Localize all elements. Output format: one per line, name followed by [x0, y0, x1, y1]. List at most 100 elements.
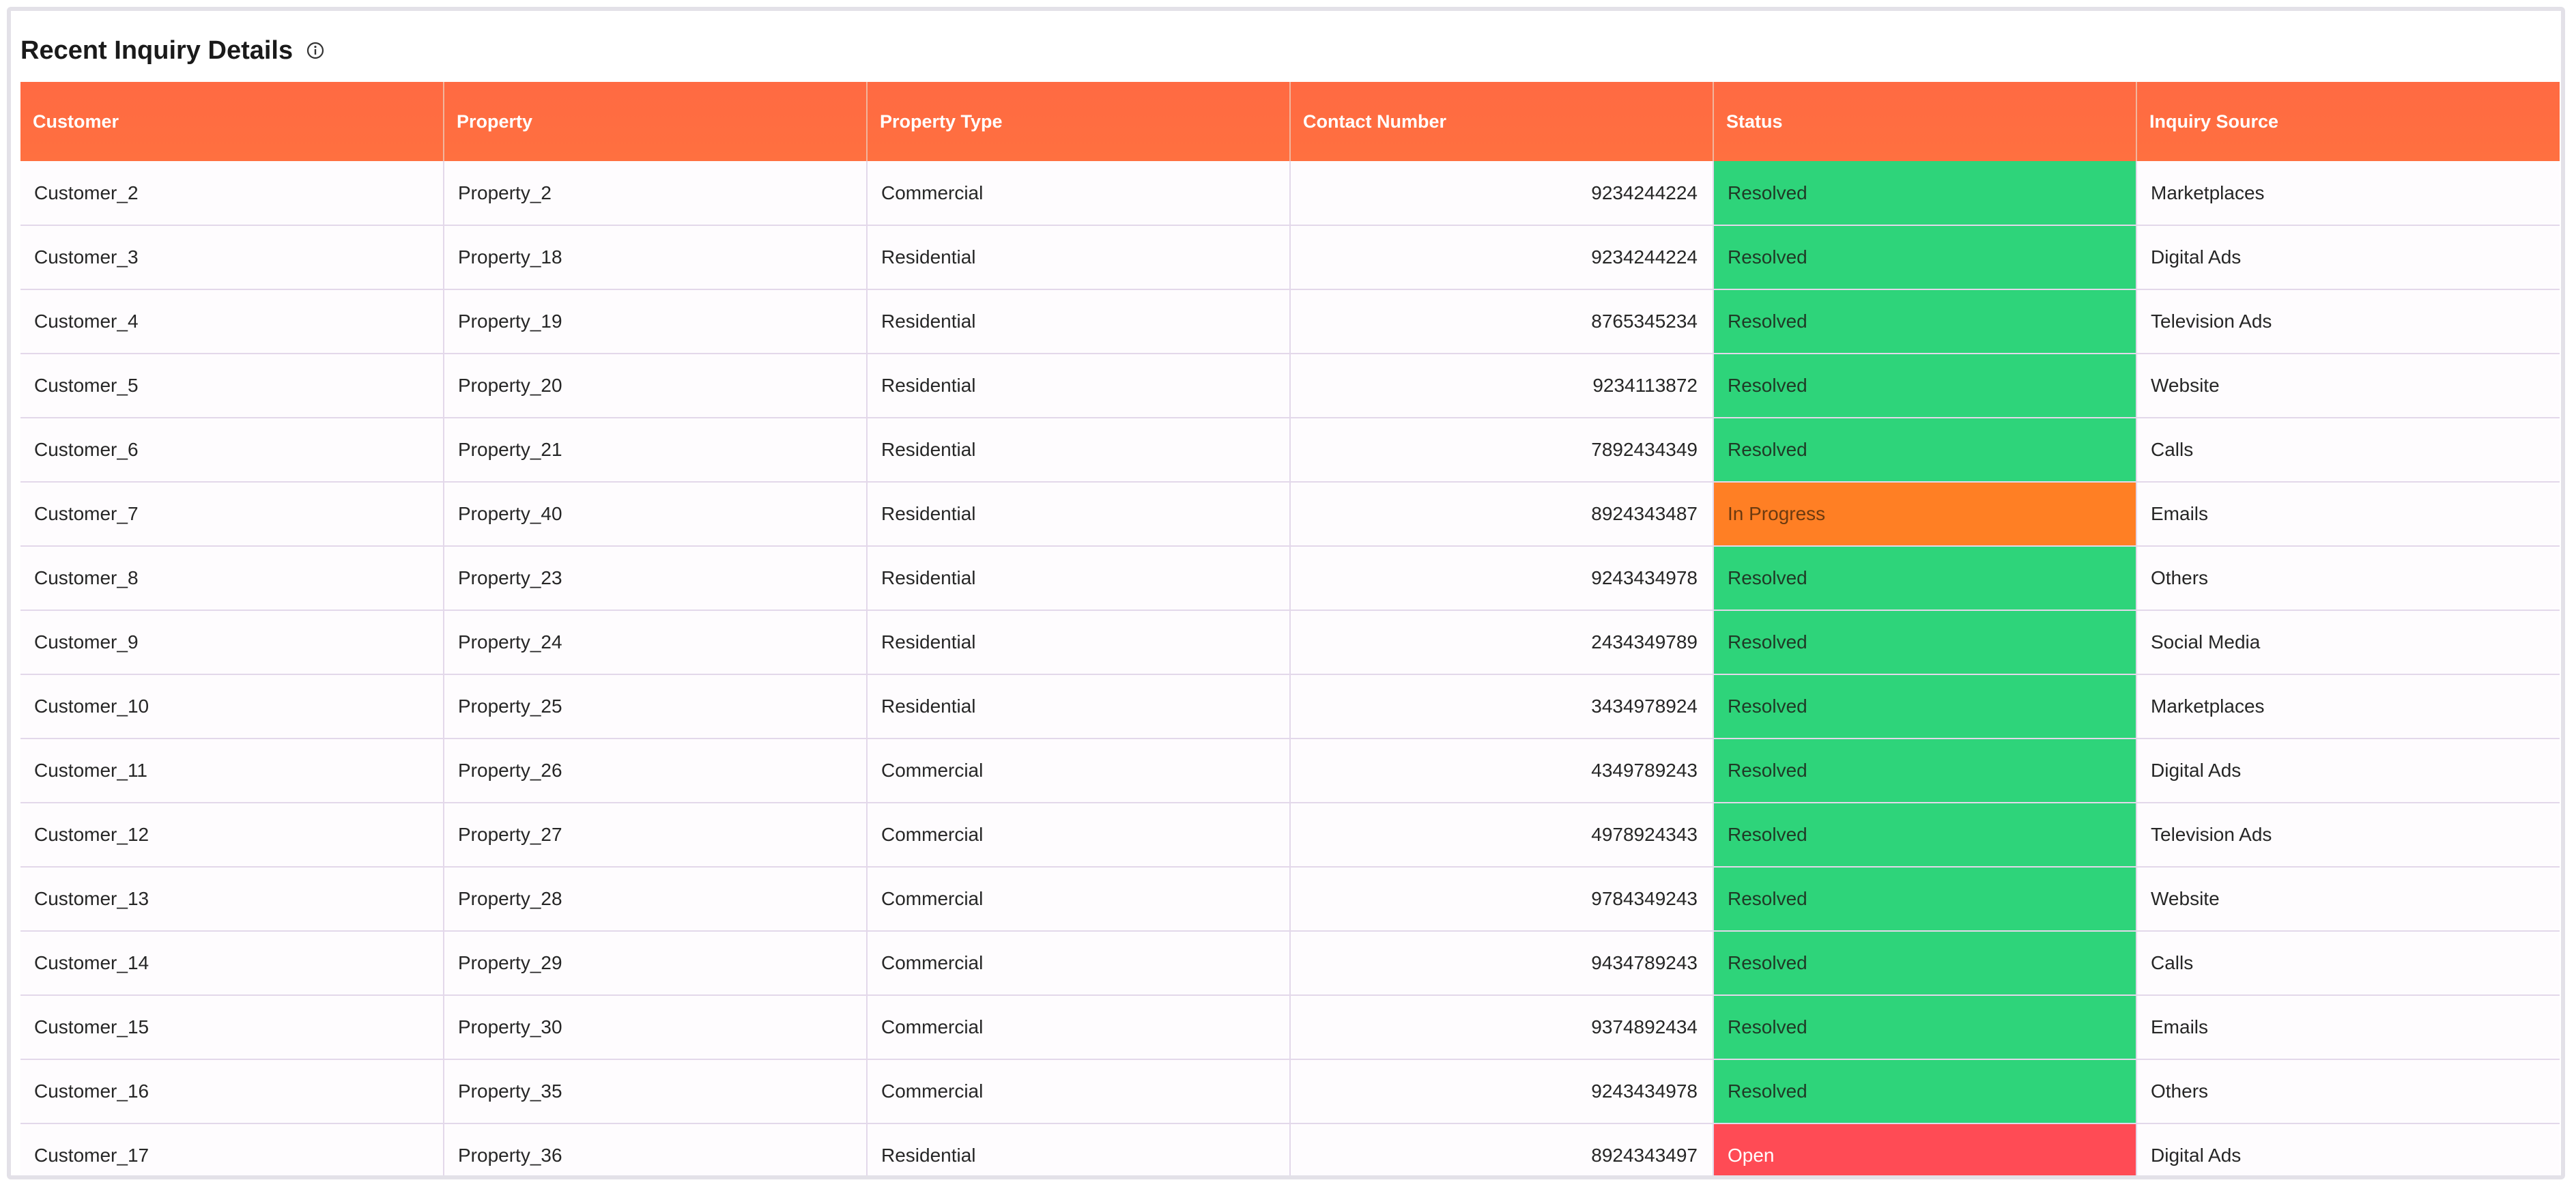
table-row[interactable]: Customer_2 Property_2 Commercial 9234244224… [20, 161, 2560, 226]
column-header-property-type[interactable]: Property Type [867, 82, 1291, 161]
cell-customer: Customer_5 [20, 354, 444, 418]
cell-property-type: Residential [867, 482, 1291, 547]
panel-title: Recent Inquiry Details [20, 35, 294, 65]
cell-inquiry-source: Television Ads [2136, 803, 2560, 868]
cell-customer: Customer_7 [20, 482, 444, 547]
cell-property-type: Residential [867, 610, 1291, 675]
info-circle-icon[interactable] [306, 42, 324, 59]
cell-contact-number: 7892434349 [1290, 418, 1714, 483]
cell-property: Property_35 [444, 1059, 868, 1124]
table-header-row: Customer Property Property Type Contact … [20, 82, 2560, 161]
cell-contact-number: 4349789243 [1290, 739, 1714, 803]
table-row[interactable]: Customer_15 Property_30 Commercial 93748924… [20, 995, 2560, 1060]
cell-property-type: Commercial [867, 739, 1291, 803]
inquiry-table-container[interactable]: Customer Property Property Type Contact … [20, 82, 2560, 1175]
column-header-customer[interactable]: Customer [20, 82, 444, 161]
cell-property: Property_18 [444, 225, 868, 290]
cell-property: Property_20 [444, 354, 868, 418]
table-row[interactable]: Customer_17 Property_36 Residential 8924343… [20, 1123, 2560, 1175]
cell-property: Property_2 [444, 161, 868, 226]
cell-customer: Customer_15 [20, 995, 444, 1060]
panel-header: Recent Inquiry Details [20, 29, 324, 72]
cell-inquiry-source: Website [2136, 354, 2560, 418]
cell-property-type: Residential [867, 225, 1291, 290]
cell-contact-number: 4978924343 [1290, 803, 1714, 868]
table-row[interactable]: Customer_9 Property_24 Residential 24343497… [20, 610, 2560, 675]
cell-status: Resolved [1713, 739, 2137, 803]
cell-customer: Customer_6 [20, 418, 444, 483]
cell-contact-number: 8765345234 [1290, 289, 1714, 354]
cell-property: Property_40 [444, 482, 868, 547]
table-row[interactable]: Customer_8 Property_23 Residential 92434349… [20, 546, 2560, 611]
cell-property-type: Commercial [867, 161, 1291, 226]
cell-property-type: Residential [867, 1123, 1291, 1175]
cell-customer: Customer_10 [20, 674, 444, 739]
cell-contact-number: 8924343487 [1290, 482, 1714, 547]
cell-property: Property_26 [444, 739, 868, 803]
cell-inquiry-source: Emails [2136, 995, 2560, 1060]
cell-contact-number: 9234113872 [1290, 354, 1714, 418]
cell-property: Property_19 [444, 289, 868, 354]
table-row[interactable]: Customer_6 Property_21 Residential 78924343… [20, 418, 2560, 483]
cell-inquiry-source: Digital Ads [2136, 225, 2560, 290]
inquiry-table: Customer Property Property Type Contact … [20, 82, 2560, 1175]
cell-status: Resolved [1713, 931, 2137, 996]
cell-property: Property_28 [444, 867, 868, 932]
cell-property: Property_25 [444, 674, 868, 739]
cell-contact-number: 2434349789 [1290, 610, 1714, 675]
table-row[interactable]: Customer_7 Property_40 Residential 89243434… [20, 482, 2560, 547]
cell-customer: Customer_16 [20, 1059, 444, 1124]
cell-property-type: Commercial [867, 931, 1291, 996]
cell-contact-number: 8924343497 [1290, 1123, 1714, 1175]
cell-inquiry-source: Marketplaces [2136, 674, 2560, 739]
table-row[interactable]: Customer_5 Property_20 Residential 92341138… [20, 354, 2560, 418]
cell-contact-number: 9243434978 [1290, 1059, 1714, 1124]
cell-customer: Customer_9 [20, 610, 444, 675]
cell-property-type: Residential [867, 289, 1291, 354]
column-header-inquiry-source[interactable]: Inquiry Source [2136, 82, 2560, 161]
cell-status: Resolved [1713, 610, 2137, 675]
cell-status: Resolved [1713, 1059, 2137, 1124]
table-row[interactable]: Customer_12 Property_27 Commercial 49789243… [20, 803, 2560, 868]
cell-status: Resolved [1713, 289, 2137, 354]
cell-property: Property_36 [444, 1123, 868, 1175]
cell-property-type: Residential [867, 674, 1291, 739]
cell-status: Resolved [1713, 225, 2137, 290]
cell-contact-number: 9234244224 [1290, 225, 1714, 290]
table-body: Customer_2 Property_2 Commercial 9234244224… [20, 161, 2560, 1175]
cell-inquiry-source: Television Ads [2136, 289, 2560, 354]
cell-property-type: Commercial [867, 867, 1291, 932]
table-row[interactable]: Customer_4 Property_19 Residential 87653452… [20, 289, 2560, 354]
cell-property: Property_30 [444, 995, 868, 1060]
cell-contact-number: 9434789243 [1290, 931, 1714, 996]
cell-property-type: Residential [867, 546, 1291, 611]
cell-status: Resolved [1713, 867, 2137, 932]
cell-inquiry-source: Calls [2136, 931, 2560, 996]
table-row[interactable]: Customer_13 Property_28 Commercial 97843492… [20, 867, 2560, 932]
cell-property-type: Commercial [867, 803, 1291, 868]
table-row[interactable]: Customer_11 Property_26 Commercial 43497892… [20, 739, 2560, 803]
column-header-contact-number[interactable]: Contact Number [1290, 82, 1714, 161]
cell-customer: Customer_8 [20, 546, 444, 611]
table-row[interactable]: Customer_3 Property_18 Residential 92342442… [20, 225, 2560, 290]
table-row[interactable]: Customer_10 Property_25 Residential 3434978… [20, 674, 2560, 739]
cell-customer: Customer_2 [20, 161, 444, 226]
cell-status: Open [1713, 1123, 2137, 1175]
table-row[interactable]: Customer_14 Property_29 Commercial 94347892… [20, 931, 2560, 996]
cell-property-type: Commercial [867, 1059, 1291, 1124]
cell-status: Resolved [1713, 674, 2137, 739]
cell-contact-number: 9243434978 [1290, 546, 1714, 611]
cell-inquiry-source: Social Media [2136, 610, 2560, 675]
cell-status: Resolved [1713, 418, 2137, 483]
cell-customer: Customer_3 [20, 225, 444, 290]
column-header-property[interactable]: Property [444, 82, 868, 161]
cell-property: Property_23 [444, 546, 868, 611]
cell-contact-number: 3434978924 [1290, 674, 1714, 739]
cell-property-type: Residential [867, 354, 1291, 418]
cell-status: Resolved [1713, 995, 2137, 1060]
cell-inquiry-source: Marketplaces [2136, 161, 2560, 226]
cell-contact-number: 9234244224 [1290, 161, 1714, 226]
cell-property: Property_21 [444, 418, 868, 483]
table-row[interactable]: Customer_16 Property_35 Commercial 92434349… [20, 1059, 2560, 1124]
column-header-status[interactable]: Status [1713, 82, 2137, 161]
